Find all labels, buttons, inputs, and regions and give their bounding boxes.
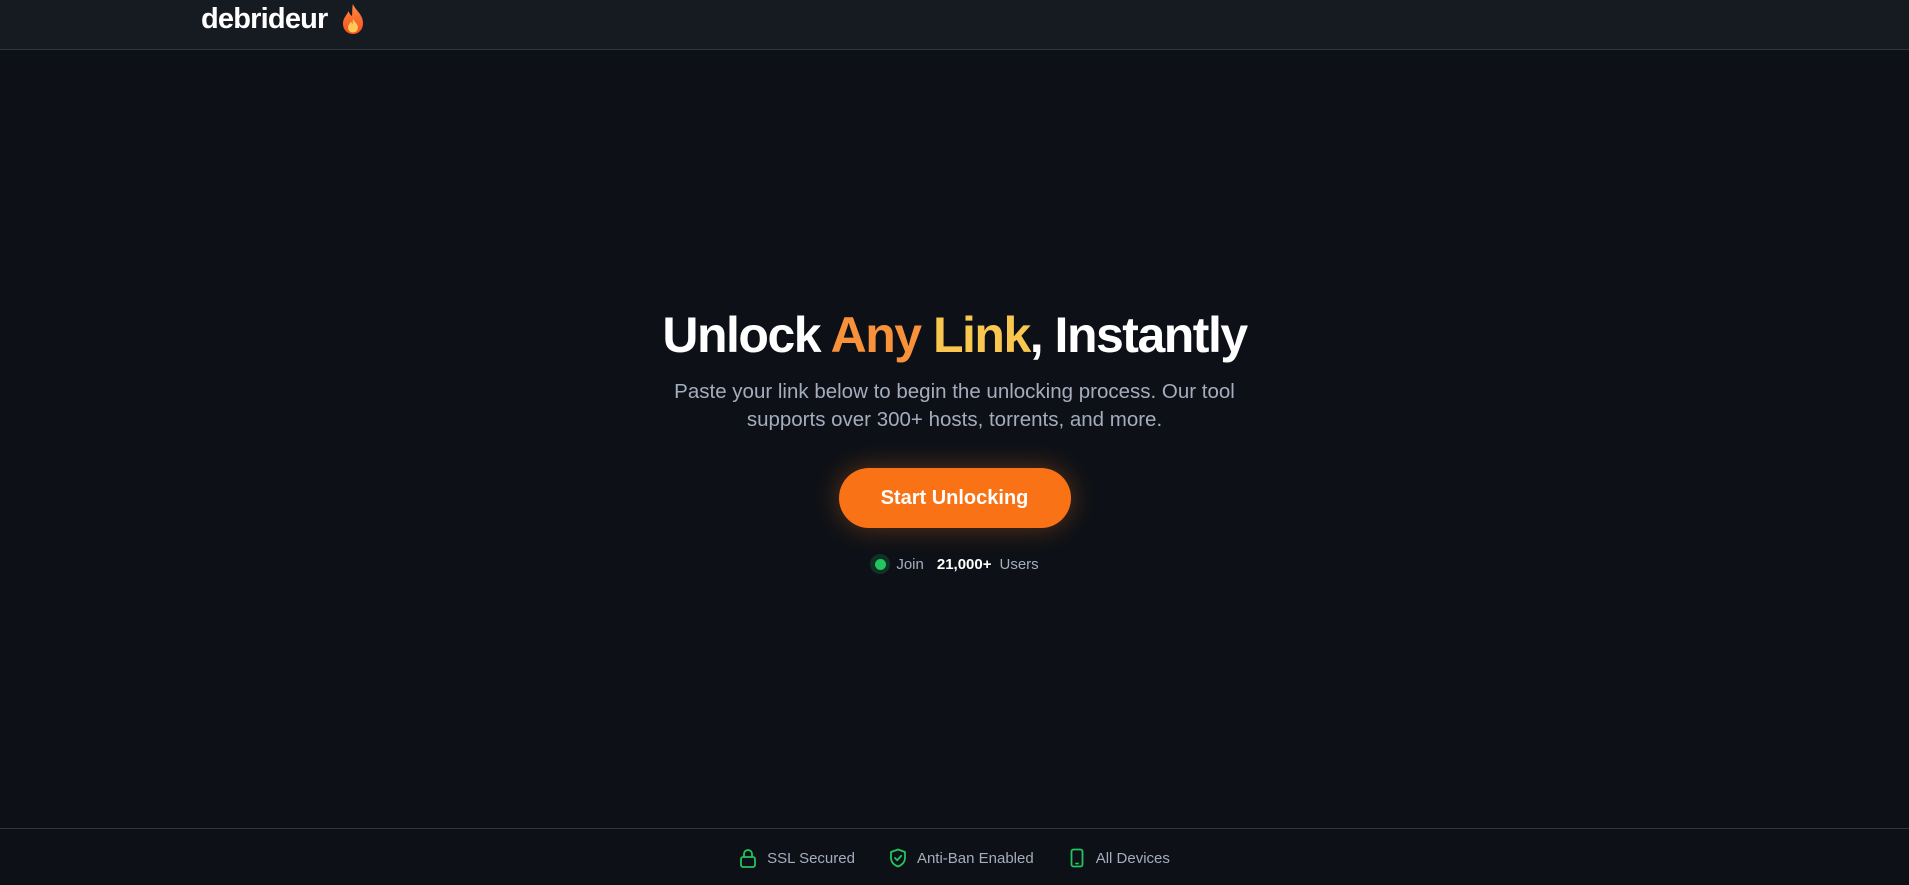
hero-subtitle: Paste your link below to begin the unloc…: [674, 380, 1235, 431]
online-status-icon: [870, 554, 891, 574]
top-bar: debrideur: [0, 0, 1909, 50]
hero-section: Unlock Any Link, Instantly Paste your li…: [0, 300, 1909, 574]
all-devices-label: All Devices: [1095, 849, 1170, 867]
headline-highlight-any: Any: [830, 307, 933, 363]
anti-ban-label: Anti-Ban Enabled: [916, 849, 1034, 867]
anti-ban-badge: Anti-Ban Enabled: [889, 848, 1034, 868]
headline-text-start: Unlock: [662, 307, 831, 363]
social-suffix: Users: [999, 555, 1039, 573]
headline-text-end: , Instantly: [1029, 307, 1248, 363]
social-proof: Join 21,000+ Users: [0, 554, 1909, 574]
ssl-badge: SSL Secured: [739, 848, 855, 868]
smartphone-icon: [1070, 848, 1084, 868]
social-prefix: Join: [896, 555, 924, 573]
shield-check-icon: [890, 848, 906, 868]
all-devices-badge: All Devices: [1068, 848, 1170, 868]
user-count: 21,000+: [936, 555, 992, 573]
headline-highlight-link: Link: [932, 307, 1031, 363]
brand-name: debrideur: [201, 2, 328, 35]
start-unlocking-button[interactable]: Start Unlocking: [838, 468, 1071, 528]
trust-footer: SSL Secured Anti-Ban Enabled All Devices: [0, 828, 1909, 885]
lock-icon: [740, 849, 757, 868]
ssl-label: SSL Secured: [767, 849, 855, 867]
hero-headline: Unlock Any Link, Instantly: [0, 300, 1909, 370]
flame-icon: [342, 4, 363, 34]
brand-logo[interactable]: debrideur: [201, 0, 366, 38]
